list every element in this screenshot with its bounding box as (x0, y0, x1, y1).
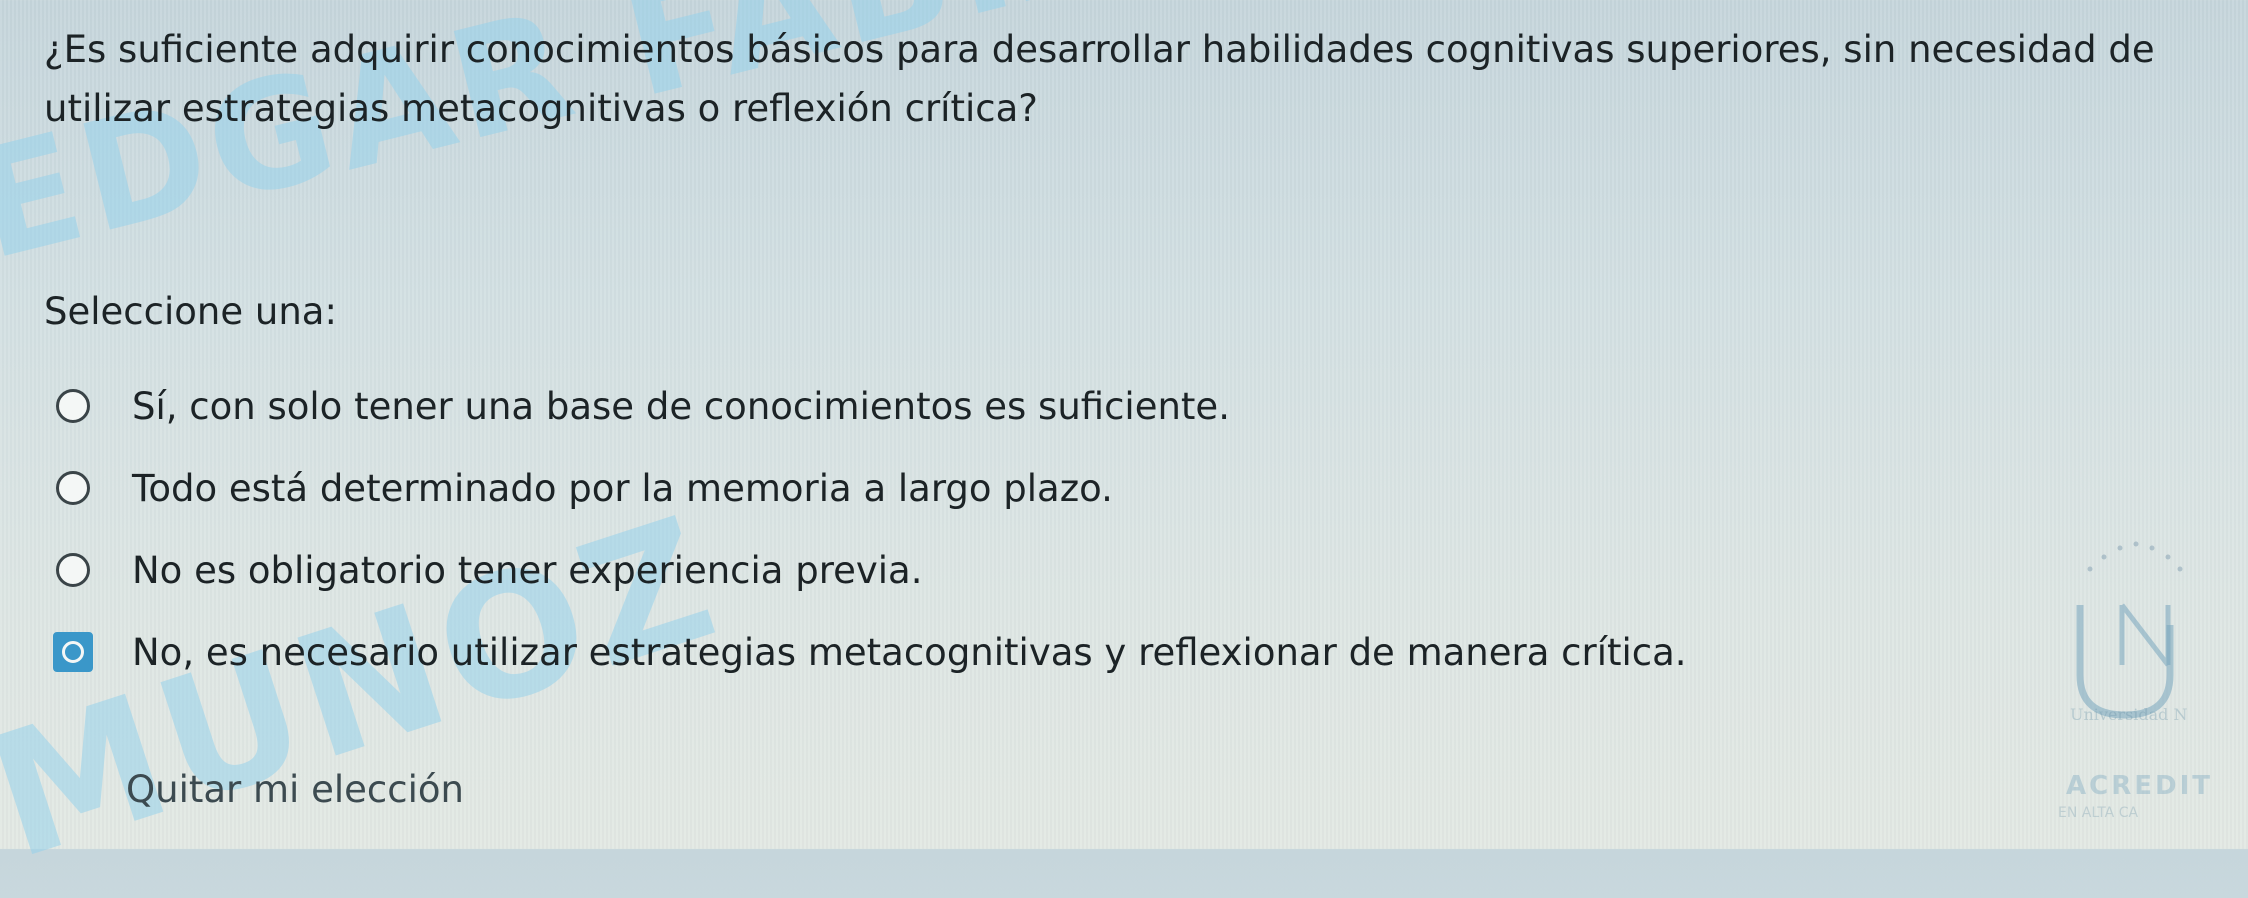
answer-option-label: No, es necesario utilizar estrategias me… (132, 630, 1687, 674)
answer-option-4[interactable]: No, es necesario utilizar estrategias me… (53, 611, 1687, 693)
stars-icon (2087, 541, 2183, 572)
answer-option-1[interactable]: Sí, con solo tener una base de conocimie… (56, 365, 1687, 447)
radio-button-2[interactable] (56, 471, 90, 505)
question-text: ¿Es suficiente adquirir conocimientos bá… (44, 28, 2155, 130)
radio-button-4-selected[interactable] (53, 632, 93, 672)
radio-button-3[interactable] (56, 553, 90, 587)
logo-subtitle-text: EN ALTA CA (2058, 805, 2139, 821)
un-logo-icon (2076, 603, 2174, 719)
answer-option-3[interactable]: No es obligatorio tener experiencia prev… (56, 529, 1687, 611)
select-one-prompt: Seleccione una: (44, 290, 337, 333)
clear-choice-link[interactable]: Quitar mi elección (126, 768, 464, 811)
answer-option-label: Sí, con solo tener una base de conocimie… (132, 384, 1230, 428)
university-logo: Universidad N ACREDIT EN ALTA CA (2050, 535, 2240, 835)
answer-option-label: Todo está determinado por la memoria a l… (132, 466, 1113, 510)
answer-option-label: No es obligatorio tener experiencia prev… (132, 548, 923, 592)
answer-option-2[interactable]: Todo está determinado por la memoria a l… (56, 447, 1687, 529)
logo-accreditation-text: ACREDIT (2066, 771, 2213, 801)
answer-options: Sí, con solo tener una base de conocimie… (53, 365, 1687, 693)
radio-button-1[interactable] (56, 389, 90, 423)
logo-university-text: Universidad N (2070, 705, 2188, 724)
